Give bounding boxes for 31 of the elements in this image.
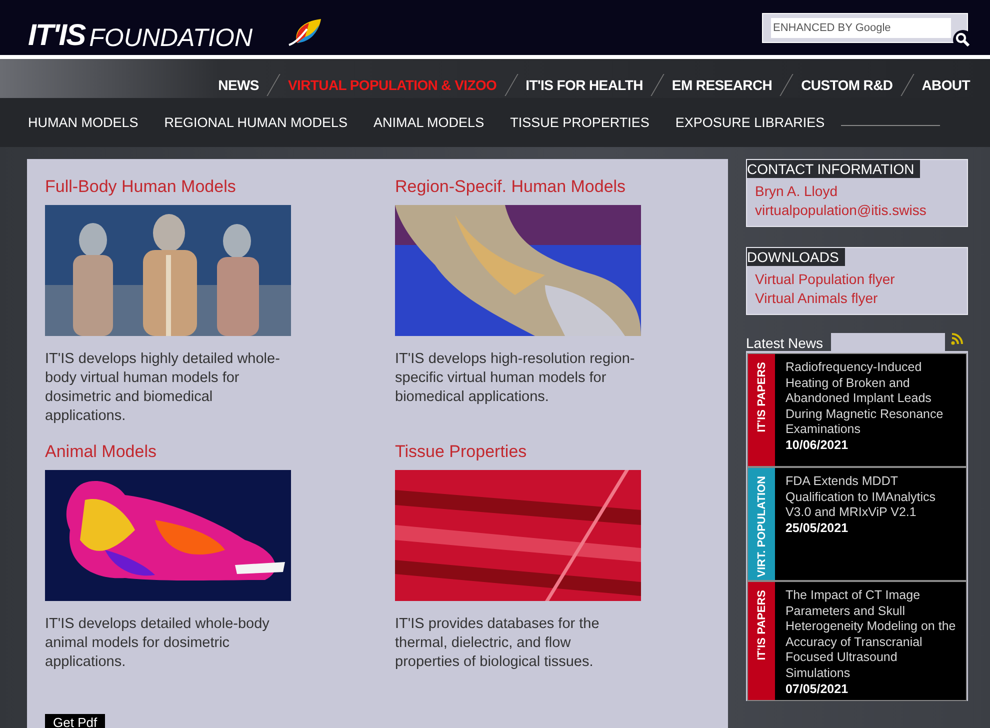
subnav-link[interactable]: TISSUE PROPERTIES [510, 115, 650, 130]
subnav-link[interactable]: HUMAN MODELS [28, 115, 138, 130]
section-heading: DOWNLOADS [747, 248, 845, 266]
get-pdf-button[interactable]: Get Pdf [45, 714, 106, 728]
news-date: 10/06/2021 [785, 438, 850, 452]
subnav-link[interactable]: EXPOSURE LIBRARIES [675, 115, 825, 130]
nav-tab[interactable]: IT'IS FOR HEALTH [526, 77, 643, 96]
card-description: IT'IS provides databases for the thermal, dielectric, and flow properties of biological tissues. [395, 615, 600, 672]
rss-icon[interactable] [951, 333, 964, 345]
logo-mark[interactable]: IT'IS [28, 21, 86, 51]
news-title[interactable]: FDA Extends MDDT Qualification to IMAnalytics V3.0 and MRIxViP V2.1 [785, 474, 962, 521]
news-title[interactable]: The Impact of CT Image Parameters and Skull Heterogeneity Modeling on the Accuracy of Transcranial Focused Ultrasound Simulations [785, 588, 962, 682]
card-description: IT'IS develops detailed whole-body animal models for dosimetric applications. [45, 615, 270, 672]
search-field[interactable]: ENHANCED BY Google [771, 18, 951, 38]
nav-tab[interactable]: EM RESEARCH [672, 77, 772, 96]
section-heading: Latest News [746, 335, 824, 351]
news-date: 25/05/2021 [785, 520, 850, 535]
category-label: VIRT. POPULATION [748, 468, 776, 580]
nav-tab[interactable]: NEWS [218, 77, 259, 96]
nav-tab[interactable]: ABOUT [922, 77, 970, 96]
card-description: IT'IS develops high-resolution region-specific virtual human models for biomedical applications. [395, 350, 635, 407]
category-label: IT'IS PAPERS [748, 582, 776, 700]
subnav-link[interactable]: REGIONAL HUMAN MODELS [164, 115, 348, 130]
logo-wordmark: FOUNDATION [89, 26, 253, 51]
news-title[interactable]: Radiofrequency-Induced Heating of Broken and Abandoned Implant Leads During Magnetic Resonance Examinations [785, 360, 962, 438]
section-heading: CONTACT INFORMATION [747, 160, 920, 178]
nav-tab[interactable]: CUSTOM R&D [801, 77, 893, 96]
category-label: IT'IS PAPERS [748, 354, 776, 466]
subnav-link[interactable]: ANIMAL MODELS [374, 115, 484, 130]
news-date: 07/05/2021 [785, 682, 850, 696]
card-description: IT'IS develops highly detailed whole-body virtual human models for dosimetric and biomedical applications. [45, 350, 281, 426]
